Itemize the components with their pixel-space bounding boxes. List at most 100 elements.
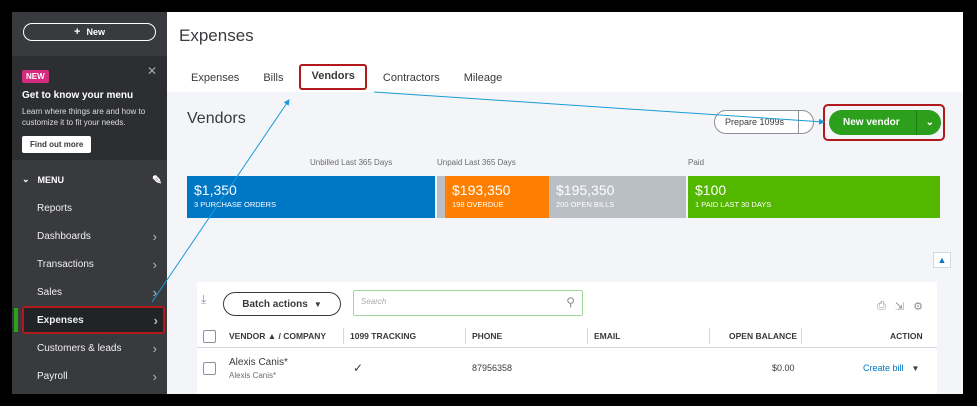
chevron-right-icon: › <box>152 368 157 384</box>
table-tools: ⎙ ⇲ ⚙ <box>877 300 923 313</box>
column-divider <box>801 328 802 344</box>
new-vendor-button[interactable]: New vendor ⌄ <box>829 110 941 135</box>
export-icon[interactable]: ⇲ <box>895 300 904 313</box>
close-icon[interactable]: ✕ <box>147 64 157 78</box>
tab-mileage[interactable]: Mileage <box>452 66 515 90</box>
prepare-1099s-label: Prepare 1099s <box>725 117 785 127</box>
table-row: Alexis Canis* Alexis Canis* ✓ 87956358 $… <box>197 348 937 388</box>
money-bar-purchase-orders[interactable]: $1,350 3 PURCHASE ORDERS <box>187 176 435 218</box>
company-name: Alexis Canis* <box>229 370 277 380</box>
vendors-title: Vendors <box>187 110 246 127</box>
column-open-balance[interactable]: OPEN BALANCE <box>729 324 797 348</box>
batch-actions-button[interactable]: Batch actions ▼ <box>223 292 341 316</box>
button-divider <box>798 111 799 133</box>
sidebar-item-transactions[interactable]: Transactions › <box>22 250 162 278</box>
sidebar-item-customers-leads[interactable]: Customers & leads › <box>22 334 162 362</box>
vendor-name[interactable]: Alexis Canis* <box>229 357 288 368</box>
sidebar-item-payroll[interactable]: Payroll › <box>22 362 162 390</box>
menu-promo: NEW ✕ Get to know your menu Learn where … <box>12 56 167 160</box>
search-input[interactable]: Search ⚲ <box>353 290 583 316</box>
sidebar-item-reports[interactable]: Reports <box>22 194 162 222</box>
search-icon[interactable]: ⚲ <box>566 295 575 309</box>
page-title: Expenses <box>179 26 254 45</box>
chevron-down-icon: ⌄ <box>22 174 30 184</box>
money-amount: $193,350 <box>452 182 511 198</box>
sidebar-item-sales[interactable]: Sales › <box>22 278 162 306</box>
chevron-right-icon: › <box>152 256 157 272</box>
money-bar-open-bills[interactable]: $195,350 200 OPEN BILLS <box>549 176 686 218</box>
sidebar-item-label: Payroll <box>37 370 68 382</box>
tab-bills[interactable]: Bills <box>251 66 295 90</box>
select-all-checkbox[interactable] <box>203 329 216 343</box>
sort-arrow-icon[interactable]: ⤓ <box>201 292 206 307</box>
chevron-down-icon[interactable]: ⌄ <box>926 117 934 128</box>
promo-title: Get to know your menu <box>22 90 134 101</box>
main-content: Expenses Expenses Bills Vendors Contract… <box>167 12 963 394</box>
vendor-cell: Alexis Canis* Alexis Canis* <box>229 348 288 388</box>
app-window: + New NEW ✕ Get to know your menu Learn … <box>12 12 963 394</box>
money-bar-overdue[interactable]: $193,350 198 OVERDUE <box>445 176 549 218</box>
money-caption: 200 OPEN BILLS <box>556 200 615 209</box>
vendors-panel: Vendors Prepare 1099s New vendor ⌄ Unbil… <box>167 92 963 394</box>
column-email: EMAIL <box>594 331 621 341</box>
find-out-more-button[interactable]: Find out more <box>22 136 92 153</box>
sidebar-item-label: Expenses <box>37 314 84 326</box>
money-bar-paid[interactable]: $100 1 PAID LAST 30 DAYS <box>688 176 940 218</box>
column-1099-tracking: 1099 TRACKING <box>350 331 417 341</box>
column-divider <box>587 328 588 344</box>
sidebar-item-label: Transactions <box>37 258 94 270</box>
unbilled-label: Unbilled Last 365 Days <box>310 158 393 167</box>
column-action: ACTION <box>890 331 923 341</box>
header-checkbox-cell <box>203 324 216 348</box>
money-caption: 1 PAID LAST 30 DAYS <box>695 200 772 209</box>
tab-expenses[interactable]: Expenses <box>179 66 251 90</box>
menu-header[interactable]: ⌄ MENU ✎ <box>22 173 162 187</box>
vendor-table: ⤓ Batch actions ▼ Search ⚲ ⎙ ⇲ ⚙ VENDOR … <box>197 282 937 394</box>
balance-cell: $0.00 <box>772 363 795 373</box>
chevron-right-icon: › <box>152 228 157 244</box>
action-cell: Create bill ▼ <box>863 348 919 388</box>
new-button[interactable]: + New <box>23 23 156 41</box>
column-vendor[interactable]: VENDOR ▲ / COMPANY <box>229 324 326 348</box>
menu-label: MENU <box>37 174 65 185</box>
tab-contractors[interactable]: Contractors <box>371 66 452 90</box>
new-vendor-label: New vendor <box>843 117 900 128</box>
caret-down-icon[interactable]: ▼ <box>912 364 920 373</box>
phone-cell: 87956358 <box>472 363 513 373</box>
column-divider <box>343 328 344 344</box>
batch-actions-label: Batch actions <box>242 298 308 310</box>
sidebar-item-label: Customers & leads <box>37 342 122 354</box>
tab-vendors[interactable]: Vendors <box>299 64 367 90</box>
money-caption: 198 OVERDUE <box>452 200 504 209</box>
search-placeholder: Search <box>361 297 387 306</box>
tracking-check-icon: ✓ <box>353 361 364 375</box>
create-bill-link[interactable]: Create bill <box>863 363 904 373</box>
chevron-right-icon: › <box>152 340 157 356</box>
row-checkbox[interactable] <box>203 361 216 375</box>
edit-pencil-icon[interactable]: ✎ <box>152 173 162 187</box>
paid-label: Paid <box>688 158 705 167</box>
money-amount: $1,350 <box>194 182 237 198</box>
new-button-label: New <box>86 27 105 37</box>
promo-text: Learn where things are and how to custom… <box>22 107 146 127</box>
gear-icon[interactable]: ⚙ <box>913 300 923 313</box>
sidebar: + New NEW ✕ Get to know your menu Learn … <box>12 12 167 394</box>
sidebar-item-expenses[interactable]: Expenses › <box>14 306 165 334</box>
caret-down-icon: ▼ <box>313 299 322 309</box>
money-amount: $195,350 <box>556 182 615 198</box>
row-checkbox-cell <box>203 348 216 388</box>
sidebar-item-label: Reports <box>37 202 73 214</box>
tab-bar: Expenses Bills Vendors Contractors Milea… <box>179 64 515 90</box>
sidebar-item-label: Sales <box>37 286 63 298</box>
plus-icon: + <box>74 26 81 38</box>
sidebar-item-label: Dashboards <box>37 230 91 242</box>
chevron-right-icon: › <box>153 312 158 328</box>
column-divider <box>465 328 466 344</box>
column-phone: PHONE <box>472 331 503 341</box>
print-icon[interactable]: ⎙ <box>877 300 886 313</box>
collapse-up-icon[interactable]: ▲ <box>933 252 951 268</box>
column-divider <box>709 328 710 344</box>
prepare-1099s-button[interactable]: Prepare 1099s <box>714 110 814 134</box>
money-caption: 3 PURCHASE ORDERS <box>194 200 277 209</box>
sidebar-item-dashboards[interactable]: Dashboards › <box>22 222 162 250</box>
